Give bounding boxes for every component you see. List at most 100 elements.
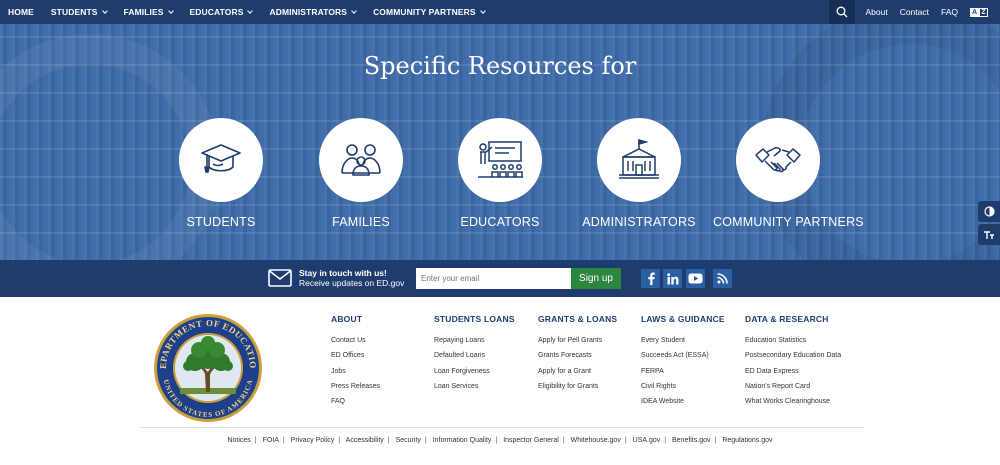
administrators-card[interactable]: ADMINISTRATORS: [574, 118, 704, 229]
students-card[interactable]: STUDENTS: [156, 118, 286, 229]
nav-educators-label: EDUCATORS: [189, 7, 244, 17]
footer-heading[interactable]: GRANTS & LOANS: [538, 314, 617, 324]
footer-bottom-link[interactable]: Security: [396, 437, 421, 444]
rss-link[interactable]: [713, 269, 732, 288]
linkedin-icon: [666, 272, 678, 284]
linkedin-link[interactable]: [663, 269, 682, 288]
search-button[interactable]: [829, 0, 856, 24]
footer-bottom-link[interactable]: Notices: [227, 437, 250, 444]
family-icon: [341, 144, 381, 176]
footer-link[interactable]: Defaulted Loans: [434, 348, 515, 363]
footer-bottom-link[interactable]: Privacy Policy: [291, 437, 335, 444]
footer-link[interactable]: ED Offices: [331, 348, 380, 363]
students-label: STUDENTS: [186, 215, 256, 229]
community-partners-label: COMMUNITY PARTNERS: [713, 215, 864, 229]
about-link[interactable]: About: [865, 7, 887, 17]
search-icon: [837, 6, 848, 18]
nav-home[interactable]: HOME: [8, 7, 34, 17]
footer-link[interactable]: Jobs: [331, 364, 380, 379]
families-card[interactable]: FAMILIES: [296, 118, 426, 229]
footer-link[interactable]: IDEA Website: [641, 394, 725, 409]
contrast-toggle[interactable]: [978, 201, 1000, 222]
footer-heading[interactable]: ABOUT: [331, 314, 380, 324]
mail-icon: [268, 269, 292, 287]
hero-section: Specific Resources for STUDENTS FAMILIES: [0, 24, 1000, 260]
nav-educators[interactable]: EDUCATORS: [189, 7, 254, 17]
nav-administrators[interactable]: ADMINISTRATORS: [269, 7, 357, 17]
department-seal-logo: DEPARTMENT OF EDUCATION UNITED STATES OF…: [152, 312, 262, 422]
separator: |: [338, 437, 341, 444]
nav-students[interactable]: STUDENTS: [51, 7, 108, 17]
footer-link[interactable]: Press Releases: [331, 379, 380, 394]
footer-link[interactable]: Civil Rights: [641, 379, 725, 394]
footer-link[interactable]: Nation's Report Card: [745, 379, 841, 394]
footer-link[interactable]: Education Statistics: [745, 333, 841, 348]
students-circle: [179, 118, 263, 202]
footer-link[interactable]: Succeeds Act (ESSA): [641, 348, 725, 363]
educators-card[interactable]: EDUCATORS: [435, 118, 565, 229]
footer-column-about: ABOUT Contact Us ED Offices Jobs Press R…: [331, 314, 380, 409]
graduation-cap-icon: [201, 144, 241, 173]
email-field[interactable]: [416, 268, 571, 289]
footer-link[interactable]: Apply for Pell Grants: [538, 333, 617, 348]
footer-link[interactable]: What Works Clearinghouse: [745, 394, 841, 409]
footer-link[interactable]: Loan Forgiveness: [434, 364, 515, 379]
youtube-link[interactable]: [686, 269, 705, 288]
footer-bottom-link[interactable]: Whitehouse.gov: [571, 437, 621, 444]
footer-link[interactable]: Loan Services: [434, 379, 515, 394]
newsletter-text: Stay in touch with us! Receive updates o…: [299, 268, 404, 288]
nav-families[interactable]: FAMILIES: [124, 7, 174, 17]
separator: |: [624, 437, 627, 444]
footer-bottom-link[interactable]: USA.gov: [633, 437, 661, 444]
families-label: FAMILIES: [332, 215, 390, 229]
text-size-toggle[interactable]: [978, 224, 1000, 245]
newsletter-heading: Stay in touch with us!: [299, 268, 387, 278]
newsletter-bar: Stay in touch with us! Receive updates o…: [0, 260, 1000, 297]
contact-link[interactable]: Contact: [900, 7, 929, 17]
footer-link[interactable]: Apply for a Grant: [538, 364, 617, 379]
footer-link[interactable]: FAQ: [331, 394, 380, 409]
footer-heading[interactable]: LAWS & GUIDANCE: [641, 314, 725, 324]
footer-link[interactable]: Eligibility for Grants: [538, 379, 617, 394]
footer-link[interactable]: Grants Forecasts: [538, 348, 617, 363]
footer-bottom-link[interactable]: FOIA: [263, 437, 279, 444]
administrators-label: ADMINISTRATORS: [582, 215, 696, 229]
footer-column-laws-guidance: LAWS & GUIDANCE Every Student Succeeds A…: [641, 314, 725, 409]
footer-link[interactable]: Repaying Loans: [434, 333, 515, 348]
footer-bottom-link[interactable]: Inspector General: [503, 437, 559, 444]
footer-link[interactable]: Postsecondary Education Data: [745, 348, 841, 363]
footer-bottom-link[interactable]: Regulations.gov: [722, 437, 772, 444]
translate-button[interactable]: AZ: [970, 7, 988, 17]
community-partners-circle: [736, 118, 820, 202]
educators-label: EDUCATORS: [460, 215, 540, 229]
main-menu: HOME STUDENTS FAMILIES EDUCATORS ADMINIS…: [0, 0, 502, 24]
chevron-down-icon: [247, 7, 254, 14]
footer-link[interactable]: ED Data Express: [745, 364, 841, 379]
building-icon: [619, 139, 659, 179]
footer-column-data-research: DATA & RESEARCH Education Statistics Pos…: [745, 314, 841, 409]
community-partners-card[interactable]: COMMUNITY PARTNERS: [713, 118, 864, 229]
footer-link[interactable]: FERPA: [641, 364, 725, 379]
separator: |: [562, 437, 565, 444]
footer-link[interactable]: Contact Us: [331, 333, 380, 348]
facebook-link[interactable]: [641, 269, 660, 288]
translate-icon: A: [970, 7, 979, 17]
nav-community-partners-label: COMMUNITY PARTNERS: [373, 7, 476, 17]
top-navigation: HOME STUDENTS FAMILIES EDUCATORS ADMINIS…: [0, 0, 1000, 24]
separator: |: [254, 437, 257, 444]
footer-bottom-link[interactable]: Accessibility: [346, 437, 384, 444]
nav-community-partners[interactable]: COMMUNITY PARTNERS: [373, 7, 486, 17]
footer-bottom-link[interactable]: Benefits.gov: [672, 437, 711, 444]
footer-bottom-link[interactable]: Information Quality: [433, 437, 492, 444]
newsletter-subtext: Receive updates on ED.gov: [299, 278, 405, 288]
footer-heading[interactable]: STUDENTS LOANS: [434, 314, 515, 324]
administrators-circle: [597, 118, 681, 202]
faq-link[interactable]: FAQ: [941, 7, 958, 17]
footer-heading[interactable]: DATA & RESEARCH: [745, 314, 841, 324]
utility-menu: About Contact FAQ AZ: [829, 0, 1000, 24]
hero-title: Specific Resources for: [363, 52, 637, 80]
chevron-down-icon: [479, 7, 486, 14]
families-circle: [319, 118, 403, 202]
footer-link[interactable]: Every Student: [641, 333, 725, 348]
signup-button[interactable]: Sign up: [571, 268, 621, 289]
